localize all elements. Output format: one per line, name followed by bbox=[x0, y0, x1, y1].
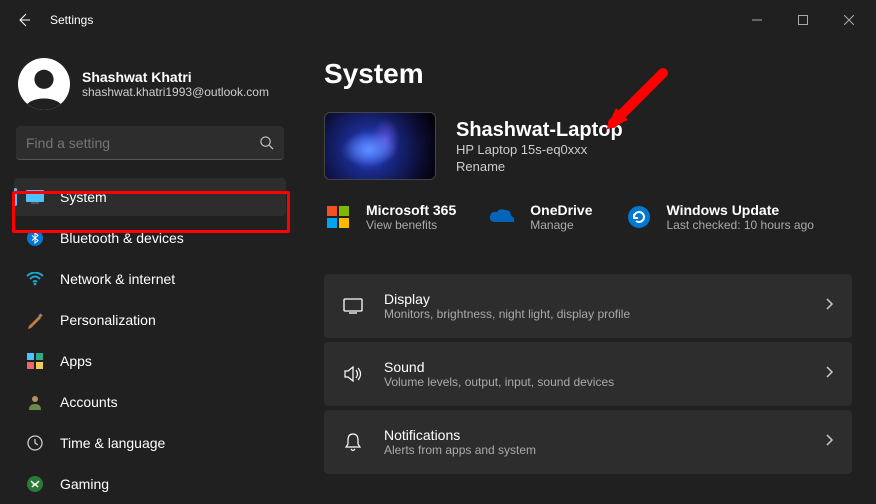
sidebar-item-label: Personalization bbox=[60, 312, 156, 328]
setting-title: Display bbox=[384, 291, 630, 307]
page-title: System bbox=[324, 58, 852, 90]
setting-notifications[interactable]: Notifications Alerts from apps and syste… bbox=[324, 410, 852, 474]
chevron-right-icon bbox=[824, 433, 834, 452]
main-panel: System Shashwat-Laptop HP Laptop 15s-eq0… bbox=[300, 40, 876, 504]
setting-display[interactable]: Display Monitors, brightness, night ligh… bbox=[324, 274, 852, 338]
update-icon bbox=[625, 203, 653, 231]
sidebar-item-label: Time & language bbox=[60, 435, 165, 451]
close-icon bbox=[844, 15, 854, 25]
service-windows-update[interactable]: Windows Update Last checked: 10 hours ag… bbox=[625, 202, 814, 232]
titlebar: Settings bbox=[0, 0, 876, 40]
nav-list: System Bluetooth & devices Network & int… bbox=[14, 178, 286, 503]
service-title: OneDrive bbox=[530, 202, 592, 218]
sidebar-item-label: Apps bbox=[60, 353, 92, 369]
sidebar-item-network[interactable]: Network & internet bbox=[14, 260, 286, 298]
chevron-right-icon bbox=[824, 365, 834, 384]
sidebar-item-label: Network & internet bbox=[60, 271, 175, 287]
minimize-button[interactable] bbox=[734, 0, 780, 40]
window-controls bbox=[734, 0, 872, 40]
service-sub: Manage bbox=[530, 218, 592, 232]
rename-link[interactable]: Rename bbox=[456, 159, 623, 174]
sidebar-item-apps[interactable]: Apps bbox=[14, 342, 286, 380]
sidebar: Shashwat Khatri shashwat.khatri1993@outl… bbox=[0, 40, 300, 504]
service-ms365[interactable]: Microsoft 365 View benefits bbox=[324, 202, 456, 232]
device-wallpaper-thumbnail[interactable] bbox=[324, 112, 436, 180]
minimize-icon bbox=[752, 15, 762, 25]
wifi-icon bbox=[26, 270, 44, 288]
sidebar-item-label: Gaming bbox=[60, 476, 109, 492]
service-title: Windows Update bbox=[667, 202, 814, 218]
service-onedrive[interactable]: OneDrive Manage bbox=[488, 202, 592, 232]
setting-sound[interactable]: Sound Volume levels, output, input, soun… bbox=[324, 342, 852, 406]
device-model: HP Laptop 15s-eq0xxx bbox=[456, 142, 623, 157]
search-box[interactable] bbox=[16, 126, 284, 160]
system-icon bbox=[26, 188, 44, 206]
sidebar-item-time[interactable]: Time & language bbox=[14, 424, 286, 462]
sidebar-item-bluetooth[interactable]: Bluetooth & devices bbox=[14, 219, 286, 257]
maximize-icon bbox=[798, 15, 808, 25]
service-title: Microsoft 365 bbox=[366, 202, 456, 218]
sidebar-item-gaming[interactable]: Gaming bbox=[14, 465, 286, 503]
sidebar-item-label: System bbox=[60, 189, 107, 205]
sidebar-item-label: Accounts bbox=[60, 394, 118, 410]
display-icon bbox=[342, 298, 364, 314]
sidebar-item-label: Bluetooth & devices bbox=[60, 230, 184, 246]
close-button[interactable] bbox=[826, 0, 872, 40]
services-row: Microsoft 365 View benefits OneDrive Man… bbox=[324, 202, 852, 250]
bluetooth-icon bbox=[26, 229, 44, 247]
chevron-right-icon bbox=[824, 297, 834, 316]
back-arrow-icon bbox=[16, 12, 32, 28]
onedrive-icon bbox=[488, 203, 516, 231]
service-sub: Last checked: 10 hours ago bbox=[667, 218, 814, 232]
personalization-icon bbox=[26, 311, 44, 329]
sidebar-item-accounts[interactable]: Accounts bbox=[14, 383, 286, 421]
time-icon bbox=[26, 434, 44, 452]
setting-sub: Volume levels, output, input, sound devi… bbox=[384, 375, 614, 389]
setting-sub: Monitors, brightness, night light, displ… bbox=[384, 307, 630, 321]
back-button[interactable] bbox=[4, 0, 44, 40]
profile-email: shashwat.khatri1993@outlook.com bbox=[82, 85, 269, 99]
setting-title: Sound bbox=[384, 359, 614, 375]
setting-title: Notifications bbox=[384, 427, 536, 443]
notifications-icon bbox=[342, 432, 364, 452]
service-sub: View benefits bbox=[366, 218, 456, 232]
gaming-icon bbox=[26, 475, 44, 493]
avatar-placeholder-icon bbox=[21, 64, 67, 110]
search-icon bbox=[259, 135, 274, 150]
sidebar-item-personalization[interactable]: Personalization bbox=[14, 301, 286, 339]
apps-icon bbox=[26, 352, 44, 370]
accounts-icon bbox=[26, 393, 44, 411]
profile-block[interactable]: Shashwat Khatri shashwat.khatri1993@outl… bbox=[14, 50, 286, 126]
avatar bbox=[18, 58, 70, 110]
ms365-icon bbox=[324, 203, 352, 231]
setting-sub: Alerts from apps and system bbox=[384, 443, 536, 457]
sidebar-item-system[interactable]: System bbox=[14, 178, 286, 216]
maximize-button[interactable] bbox=[780, 0, 826, 40]
profile-name: Shashwat Khatri bbox=[82, 69, 269, 85]
device-block: Shashwat-Laptop HP Laptop 15s-eq0xxx Ren… bbox=[324, 112, 852, 180]
sound-icon bbox=[342, 365, 364, 383]
search-input[interactable] bbox=[26, 135, 259, 151]
window-title: Settings bbox=[50, 13, 93, 27]
settings-list: Display Monitors, brightness, night ligh… bbox=[324, 274, 852, 474]
device-name: Shashwat-Laptop bbox=[456, 119, 623, 142]
